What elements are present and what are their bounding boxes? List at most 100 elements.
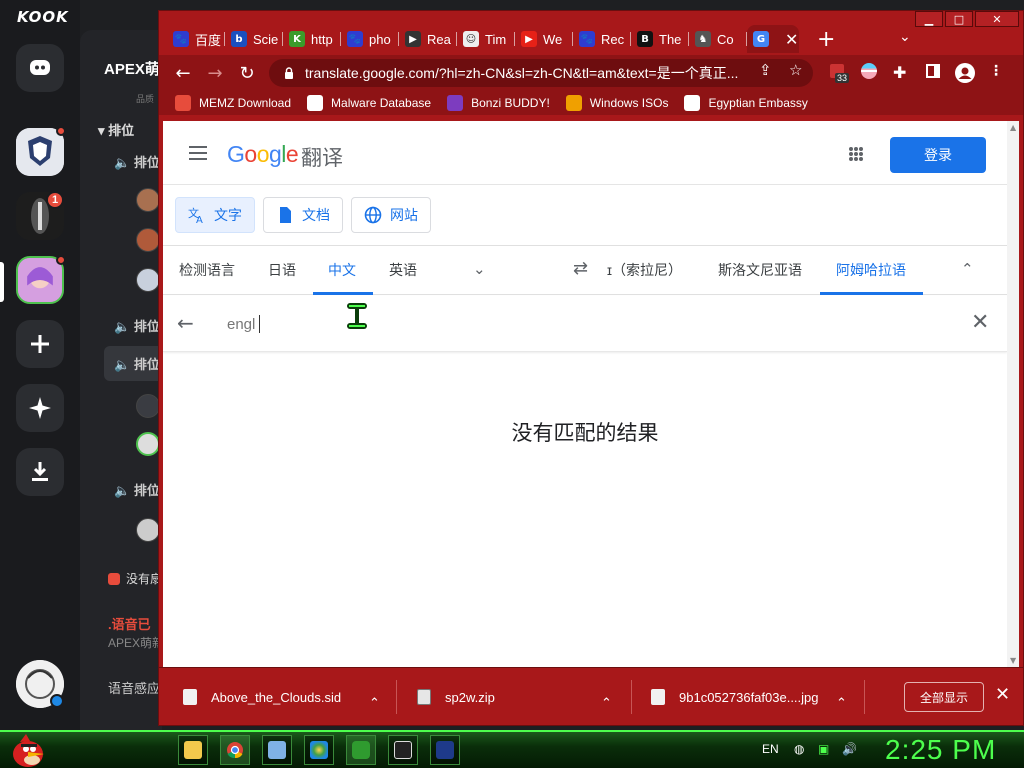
user-avatar[interactable] — [136, 188, 160, 212]
target-lang-amharic[interactable]: 阿姆哈拉语 — [836, 260, 906, 280]
browser-tab[interactable]: ▶ We — [515, 25, 573, 53]
menu-kebab-icon[interactable]: ⋮ — [989, 63, 1009, 83]
taskbar-file-explorer[interactable] — [178, 735, 208, 765]
browser-tab[interactable]: ▶ Rea — [399, 25, 457, 53]
target-lang-slovenian[interactable]: 斯洛文尼亚语 — [718, 260, 802, 280]
chevron-down-icon[interactable]: ⌄ — [473, 260, 486, 278]
maximize-button[interactable]: □ — [945, 11, 973, 27]
mode-text-button[interactable]: 文A 文字 — [175, 197, 255, 233]
minimize-button[interactable]: ▁ — [915, 11, 943, 27]
input-language[interactable]: EN — [762, 742, 779, 756]
new-tab-button[interactable]: + — [817, 27, 835, 52]
system-tray-icon[interactable]: ◍ — [794, 742, 804, 756]
source-lang-english[interactable]: 英语 — [389, 260, 417, 280]
clear-search-icon[interactable]: ✕ — [971, 310, 989, 335]
divider — [631, 680, 632, 714]
show-all-downloads-button[interactable]: 全部显示 — [904, 682, 984, 712]
page-scrollbar[interactable]: ▲ ▼ — [1007, 121, 1019, 667]
hamburger-menu-icon[interactable] — [189, 146, 207, 160]
tab-active[interactable]: G ✕ — [747, 25, 799, 53]
reload-button[interactable]: ↻ — [235, 61, 259, 85]
taskbar-chrome[interactable] — [220, 735, 250, 765]
profile-icon[interactable] — [955, 63, 975, 83]
taskbar-7zip[interactable] — [388, 735, 418, 765]
chevron-up-icon[interactable]: ⌃ — [961, 260, 974, 278]
add-server-button[interactable] — [16, 320, 64, 368]
user-avatar[interactable] — [136, 394, 160, 418]
sidebar-icon[interactable] — [925, 63, 945, 83]
voice-activity-label[interactable]: 语音感应 — [108, 678, 160, 697]
download-options-chevron-icon[interactable]: ⌃ — [836, 688, 847, 718]
browser-tab[interactable]: 🐾 Rec — [573, 25, 631, 53]
taskbar-network-app[interactable] — [262, 735, 292, 765]
google-logo[interactable]: Google — [227, 141, 299, 168]
browser-tab[interactable]: 🐾 百度 — [167, 25, 225, 53]
extensions-puzzle-icon[interactable]: ✚ — [893, 63, 913, 83]
taskbar-kook[interactable] — [346, 735, 376, 765]
mode-website-button[interactable]: 网站 — [351, 197, 431, 233]
download-options-chevron-icon[interactable]: ⌃ — [369, 688, 380, 718]
start-button-angry-bird-icon[interactable] — [6, 732, 46, 768]
taskbar-paint[interactable] — [304, 735, 334, 765]
channel-category[interactable]: ▾ 排位 — [98, 120, 134, 139]
back-button[interactable]: ← — [171, 61, 195, 85]
flag-extension-icon[interactable] — [861, 63, 881, 83]
taskbar-app[interactable] — [430, 735, 460, 765]
close-download-bar-icon[interactable]: ✕ — [995, 684, 1010, 705]
browser-tab[interactable]: 🐾 pho — [341, 25, 399, 53]
notification-dot — [56, 126, 66, 136]
browser-tab[interactable]: B The — [631, 25, 689, 53]
sign-in-button[interactable]: 登录 — [890, 137, 986, 173]
user-avatar[interactable] — [136, 432, 160, 456]
source-lang-japanese[interactable]: 日语 — [268, 260, 296, 280]
forward-button[interactable]: → — [203, 61, 227, 85]
taskbar: EN ◍ ▣ 🔊 2:25 PM — [0, 730, 1024, 768]
server-icon-1[interactable] — [16, 128, 64, 176]
kook-icon — [352, 741, 370, 759]
download-app-button[interactable] — [16, 448, 64, 496]
scroll-down-icon[interactable]: ▼ — [1010, 656, 1016, 665]
mode-document-button[interactable]: 文档 — [263, 197, 343, 233]
language-search-input[interactable] — [227, 316, 727, 333]
user-avatar[interactable] — [136, 228, 160, 252]
google-apps-icon[interactable] — [849, 147, 863, 161]
bookmark-item[interactable]: Malware Database — [307, 95, 431, 111]
direct-messages-button[interactable] — [16, 44, 64, 92]
browser-tab[interactable]: ☺ Tim — [457, 25, 515, 53]
swap-languages-icon[interactable]: ⇄ — [573, 258, 588, 279]
browser-tab[interactable]: Khttp — [283, 25, 341, 53]
browser-tab[interactable]: ♞ Co — [689, 25, 747, 53]
user-avatar[interactable] — [136, 268, 160, 292]
server-name[interactable]: APEX萌 — [104, 58, 160, 79]
voice-channel[interactable]: 🔈 排位 — [114, 152, 160, 171]
close-window-button[interactable]: ✕ — [975, 11, 1019, 27]
tab-search-button[interactable]: ⌄ — [899, 29, 911, 45]
close-tab-icon[interactable]: ✕ — [785, 30, 798, 49]
extension-icon[interactable]: 33 — [829, 63, 850, 83]
taskbar-clock[interactable]: 2:25 PM — [885, 734, 996, 766]
share-icon[interactable]: ⇪ — [759, 61, 772, 79]
bookmark-item[interactable]: Windows ISOs — [565, 95, 668, 111]
download-item[interactable]: Above_the_Clouds.sid — [183, 682, 341, 712]
volume-icon[interactable]: 🔊 — [842, 742, 857, 756]
back-arrow-icon[interactable]: ← — [177, 311, 194, 335]
discover-button[interactable] — [16, 384, 64, 432]
source-lang-detect[interactable]: 检测语言 — [179, 260, 235, 280]
bookmark-star-icon[interactable]: ☆ — [789, 61, 802, 79]
download-item[interactable]: sp2w.zip — [417, 682, 495, 712]
bookmark-item[interactable]: MEMZ Download — [175, 95, 291, 111]
source-lang-chinese[interactable]: 中文 — [328, 260, 356, 280]
download-item[interactable]: 9b1c052736faf03e....jpg — [651, 682, 819, 712]
voice-channel-selected[interactable]: 🔈 排位 — [104, 346, 162, 381]
download-options-chevron-icon[interactable]: ⌃ — [601, 688, 612, 718]
address-bar[interactable]: translate.google.com/?hl=zh-CN&sl=zh-CN&… — [269, 59, 813, 87]
battery-icon[interactable]: ▣ — [818, 742, 829, 756]
bookmark-item[interactable]: Egyptian Embassy — [684, 95, 808, 111]
user-avatar[interactable] — [136, 518, 160, 542]
voice-channel[interactable]: 🔈 排位 — [114, 480, 160, 499]
target-lang-sorani[interactable]: ɪ（索拉尼） — [607, 260, 682, 280]
bookmark-item[interactable]: Bonzi BUDDY! — [447, 95, 550, 111]
browser-tab[interactable]: b Scie — [225, 25, 283, 53]
scroll-up-icon[interactable]: ▲ — [1010, 123, 1016, 132]
voice-channel[interactable]: 🔈 排位 — [114, 316, 160, 335]
